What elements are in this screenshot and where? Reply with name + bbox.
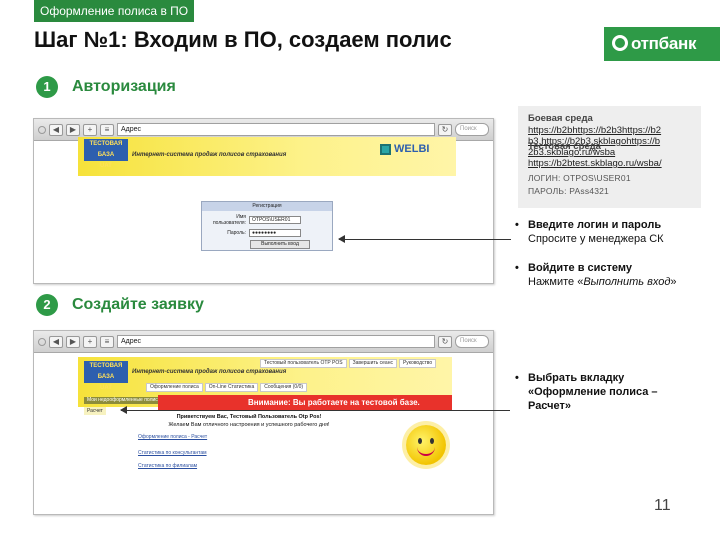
- arrow-head-icon: [338, 235, 345, 243]
- bullet-icon: •: [515, 219, 519, 231]
- password-credential: ПАРОЛЬ: PAss4321: [528, 186, 609, 196]
- step-2-title: Создайте заявку: [72, 296, 204, 313]
- bullet-icon: •: [515, 372, 519, 384]
- address-bar[interactable]: Адрес: [117, 123, 435, 136]
- instruction-enter-sub: Нажмите «Выполнить вход»: [528, 275, 677, 289]
- instruction-login: • Введите логин и пароль Спросите у мене…: [515, 218, 664, 246]
- test-base-warning: Внимание: Вы работаете на тестовой базе.: [158, 395, 452, 411]
- tab-user[interactable]: Тестовый пользователь OTP POS: [260, 359, 347, 368]
- welcome-message: Приветствуем Вас, Тестовый Пользователь …: [134, 413, 364, 429]
- sub-prefix: Нажмите «: [528, 276, 584, 288]
- menu-tabs: Оформление полиса On-Line Статистика Соо…: [146, 383, 308, 392]
- logo-icon: [612, 35, 628, 51]
- back-icon[interactable]: ◀: [49, 123, 63, 136]
- username-label: Имя пользователя:: [212, 214, 246, 226]
- test-base-badge: ТЕСТОВАЯ БАЗА UAT: [84, 139, 128, 169]
- window-dot-icon: [38, 337, 46, 346]
- sun-mouth: [417, 447, 435, 456]
- browser-window-app: ◀ ▶ + ≡ Адрес ↻ Поиск ТЕСТОВАЯ БАЗА UAT И…: [33, 330, 494, 515]
- sun-mascot-icon: [406, 425, 446, 465]
- link-stats-branches[interactable]: Статистика по филиалам: [138, 462, 207, 470]
- search-box[interactable]: Поиск: [455, 335, 489, 348]
- password-label: Пароль:: [227, 230, 246, 236]
- badge-sub: UAT: [100, 385, 112, 391]
- instruction-login-sub: Спросите у менеджера СК: [528, 233, 664, 245]
- tab-policy[interactable]: Оформление полиса: [146, 383, 203, 392]
- url-overlap: b3.https://b2b3.skblagohttps://b 2b3.skb…: [528, 136, 691, 158]
- reload-icon[interactable]: ↻: [438, 335, 452, 348]
- forward-icon[interactable]: ▶: [66, 123, 80, 136]
- search-box[interactable]: Поиск: [455, 123, 489, 136]
- user-tabs: Тестовый пользователь OTP POS Завершить …: [260, 359, 437, 368]
- browser-toolbar: ◀ ▶ + ≡ Адрес ↻ Поиск: [34, 331, 493, 353]
- logo-text: отпбанк: [631, 34, 697, 53]
- instruction-enter-title: Войдите в систему: [528, 262, 633, 274]
- welbi-logo: WELBI: [380, 143, 429, 155]
- menu-drafts[interactable]: Мои недооформленные полисы: [84, 397, 165, 404]
- link-stats-consultants[interactable]: Статистика по консультантам: [138, 449, 207, 457]
- menu-calc[interactable]: Расчет: [84, 407, 106, 415]
- back-icon[interactable]: ◀: [49, 335, 63, 348]
- prod-env-heading: Боевая среда: [528, 113, 593, 124]
- instruction-tab-title: Выбрать вкладку «Оформление полиса – Рас…: [528, 372, 658, 412]
- section-tag: Оформление полиса в ПО: [34, 0, 195, 22]
- password-row: Пароль: ●●●●●●●●: [206, 229, 332, 237]
- reload-icon[interactable]: ↻: [438, 123, 452, 136]
- browser-window-login: ◀ ▶ + ≡ Адрес ↻ Поиск ТЕСТОВАЯ БАЗА UAT И…: [33, 118, 494, 284]
- instruction-login-title: Введите логин и пароль: [528, 219, 662, 231]
- app-tagline: Интернет-система продаж полисов страхова…: [132, 369, 287, 375]
- bullet-icon: •: [515, 262, 519, 274]
- bookmarks-icon[interactable]: ≡: [100, 123, 114, 136]
- address-bar[interactable]: Адрес: [117, 335, 435, 348]
- badge-label: ТЕСТОВАЯ БАЗА: [89, 363, 123, 380]
- welcome-line-2: Желаем Вам отличного настроения и успешн…: [168, 422, 330, 428]
- arrow-to-login: [338, 235, 511, 243]
- page-number: 11: [654, 497, 671, 514]
- badge-sub: UAT: [100, 163, 112, 169]
- arrow-to-calc: [120, 406, 510, 414]
- step-2-number: 2: [36, 294, 58, 316]
- prod-url-line-1[interactable]: https://b2bhttps://b2b3https://b2: [528, 125, 691, 136]
- step-1-title: Авторизация: [72, 78, 176, 95]
- login-panel-header: Регистрация: [202, 202, 332, 211]
- welbi-icon: [380, 143, 391, 155]
- test-env-heading: Тестовая среда: [528, 141, 601, 152]
- sun-eye: [418, 438, 422, 444]
- password-input[interactable]: ●●●●●●●●: [249, 229, 301, 237]
- instruction-enter: • Войдите в систему Нажмите «Выполнить в…: [515, 261, 677, 289]
- login-credential: ЛОГИН: OTPOS\USER01: [528, 173, 631, 183]
- tab-logout[interactable]: Завершить сеанс: [348, 359, 397, 368]
- username-row: Имя пользователя: OTPOS\USER01: [206, 214, 332, 226]
- add-tab-icon[interactable]: +: [83, 123, 97, 136]
- username-input[interactable]: OTPOS\USER01: [249, 216, 301, 224]
- arrow-head-icon: [120, 406, 127, 414]
- step-1-number: 1: [36, 76, 58, 98]
- app-tagline: Интернет-система продаж полисов страхова…: [132, 152, 287, 158]
- tab-messages[interactable]: Сообщения (0/0): [260, 383, 308, 392]
- forward-icon[interactable]: ▶: [66, 335, 80, 348]
- window-dot-icon: [38, 125, 46, 134]
- tab-manual[interactable]: Руководство: [398, 359, 437, 368]
- bookmarks-icon[interactable]: ≡: [100, 335, 114, 348]
- sub-suffix: »: [670, 276, 677, 288]
- page-title: Шаг №1: Входим в ПО, создаем полис: [34, 27, 452, 52]
- link-policy-calc[interactable]: Оформление полиса - Расчет: [138, 433, 207, 441]
- welcome-line-1: Приветствуем Вас, Тестовый Пользователь …: [176, 414, 322, 420]
- login-panel: Регистрация Имя пользователя: OTPOS\USER…: [201, 201, 333, 251]
- environment-info-box: Боевая среда https://b2bhttps://b2b3http…: [518, 106, 701, 208]
- sub-italic: Выполнить вход: [583, 276, 671, 288]
- tab-stats[interactable]: On-Line Статистика: [204, 383, 259, 392]
- test-base-badge: ТЕСТОВАЯ БАЗА UAT: [84, 361, 128, 391]
- badge-label: ТЕСТОВАЯ БАЗА: [89, 141, 123, 158]
- sun-eye: [430, 438, 434, 444]
- otpbank-logo: отпбанк: [604, 27, 720, 61]
- instruction-tab: • Выбрать вкладку «Оформление полиса – Р…: [515, 371, 695, 413]
- test-env-url[interactable]: https://b2btest.skblago.ru/wsba/: [528, 158, 691, 169]
- welbi-text: WELBI: [394, 143, 430, 155]
- login-submit-button[interactable]: Выполнить вход: [250, 240, 310, 249]
- quick-links: Оформление полиса - Расчет Статистика по…: [138, 433, 207, 470]
- add-tab-icon[interactable]: +: [83, 335, 97, 348]
